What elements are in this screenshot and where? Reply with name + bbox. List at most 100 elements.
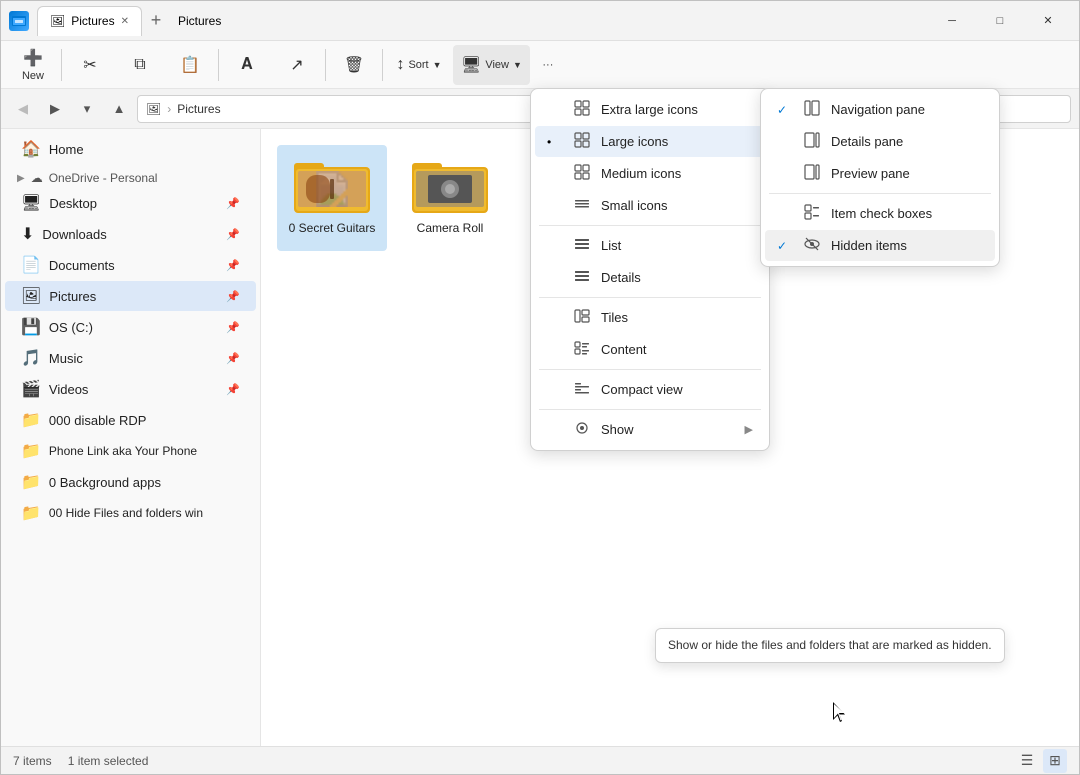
show-icon bbox=[573, 420, 591, 439]
new-button[interactable]: ➕ New bbox=[9, 45, 57, 85]
sidebar-item-rdp[interactable]: 📁 000 disable RDP bbox=[5, 405, 256, 435]
rename-icon: 𝐀 bbox=[241, 56, 252, 74]
osdrive-icon: 💾 bbox=[21, 317, 41, 337]
menu-compact-view[interactable]: Compact view bbox=[535, 374, 765, 405]
menu-label: Medium icons bbox=[601, 166, 681, 181]
rename-button[interactable]: 𝐀 bbox=[223, 45, 271, 85]
grid-view-toggle[interactable]: ⊞ bbox=[1043, 749, 1067, 773]
sidebar-item-downloads[interactable]: ⬇ Downloads 📌 bbox=[5, 219, 256, 249]
menu-tiles[interactable]: Tiles bbox=[535, 302, 765, 333]
home-icon: 🏠 bbox=[21, 139, 41, 159]
more-label: ··· bbox=[542, 59, 553, 71]
desktop-icon: 🖥 bbox=[21, 193, 41, 213]
breadcrumb-sep: › bbox=[167, 102, 171, 116]
menu-item-check-boxes[interactable]: Item check boxes bbox=[765, 198, 995, 229]
check-hidden-items: ✓ bbox=[777, 239, 793, 253]
toolbar-separator-3 bbox=[325, 49, 326, 81]
menu-label: Show bbox=[601, 422, 634, 437]
menu-list[interactable]: List bbox=[535, 230, 765, 261]
tab-pictures[interactable]: 🖼 Pictures ✕ bbox=[37, 6, 142, 36]
app-icon bbox=[9, 11, 29, 31]
folder-camera-roll[interactable]: Camera Roll bbox=[395, 145, 505, 251]
folder-secret-guitars[interactable]: 0 Secret Guitars bbox=[277, 145, 387, 251]
copy-icon: ⧉ bbox=[134, 56, 145, 74]
sidebar-item-pictures[interactable]: 🖼 Pictures 📌 bbox=[5, 281, 256, 311]
back-button[interactable]: ◀ bbox=[9, 95, 37, 123]
delete-button[interactable]: 🗑 bbox=[330, 45, 378, 85]
show-submenu: ✓ Navigation pane Details pane Preview p… bbox=[760, 88, 1000, 267]
menu-medium-icons[interactable]: Medium icons bbox=[535, 158, 765, 189]
tooltip-text: Show or hide the files and folders that … bbox=[668, 638, 992, 652]
menu-hidden-items[interactable]: ✓ Hidden items bbox=[765, 230, 995, 261]
view-toggle-group: ☰ ⊞ bbox=[1015, 749, 1067, 773]
sidebar-item-bgapps[interactable]: 📁 0 Background apps bbox=[5, 467, 256, 497]
sidebar-item-home[interactable]: 🏠 Home bbox=[5, 134, 256, 164]
sidebar-videos-label: Videos bbox=[49, 382, 89, 397]
menu-label: Details bbox=[601, 270, 641, 285]
menu-large-icons[interactable]: • Large icons bbox=[535, 126, 765, 157]
tab-label: Pictures bbox=[71, 14, 114, 28]
share-icon: ↗ bbox=[290, 55, 303, 75]
sort-button[interactable]: ↕ Sort ▼ bbox=[387, 45, 451, 85]
pin-icon-7: 📌 bbox=[226, 383, 240, 396]
pin-icon-6: 📌 bbox=[226, 352, 240, 365]
view-button[interactable]: 🖥 View ▼ bbox=[453, 45, 530, 85]
tooltip: Show or hide the files and folders that … bbox=[655, 628, 1005, 663]
paste-button[interactable]: 📋 bbox=[166, 45, 214, 85]
sidebar-item-videos[interactable]: 🎬 Videos 📌 bbox=[5, 374, 256, 404]
details-icon bbox=[573, 268, 591, 287]
minimize-button[interactable]: ─ bbox=[929, 6, 975, 36]
menu-details[interactable]: Details bbox=[535, 262, 765, 293]
menu-label: Details pane bbox=[831, 134, 903, 149]
sidebar-item-documents[interactable]: 📄 Documents 📌 bbox=[5, 250, 256, 280]
menu-small-icons[interactable]: Small icons bbox=[535, 190, 765, 221]
large-icon bbox=[573, 132, 591, 151]
recent-button[interactable]: ▾ bbox=[73, 95, 101, 123]
cut-icon: ✂ bbox=[83, 55, 96, 75]
menu-show[interactable]: Show ▶ bbox=[535, 414, 765, 445]
delete-icon: 🗑 bbox=[344, 55, 364, 75]
new-icon: ➕ bbox=[23, 48, 43, 68]
menu-content[interactable]: Content bbox=[535, 334, 765, 365]
check-nav-pane: ✓ bbox=[777, 103, 793, 117]
menu-navigation-pane[interactable]: ✓ Navigation pane bbox=[765, 94, 995, 125]
forward-button[interactable]: ▶ bbox=[41, 95, 69, 123]
pin-icon-4: 📌 bbox=[226, 290, 240, 303]
hidden-icon bbox=[803, 236, 821, 255]
sort-chevron-icon: ▼ bbox=[433, 60, 442, 70]
sidebar-onedrive-header[interactable]: ▶ ☁ OneDrive - Personal bbox=[1, 165, 260, 187]
more-button[interactable]: ··· bbox=[532, 45, 564, 85]
sidebar-osdrive-label: OS (C:) bbox=[49, 320, 93, 335]
window-title: Pictures bbox=[178, 14, 929, 28]
menu-label: List bbox=[601, 238, 621, 253]
maximize-button[interactable]: □ bbox=[977, 6, 1023, 36]
sidebar-item-music[interactable]: 🎵 Music 📌 bbox=[5, 343, 256, 373]
menu-details-pane[interactable]: Details pane bbox=[765, 126, 995, 157]
list-view-toggle[interactable]: ☰ bbox=[1015, 749, 1039, 773]
share-button[interactable]: ↗ bbox=[273, 45, 321, 85]
sidebar-bgapps-label: 0 Background apps bbox=[49, 475, 161, 490]
bgapps-icon: 📁 bbox=[21, 472, 41, 492]
sidebar-item-osdrive[interactable]: 💾 OS (C:) 📌 bbox=[5, 312, 256, 342]
sidebar-item-desktop[interactable]: 🖥 Desktop 📌 bbox=[5, 188, 256, 218]
tab-close-button[interactable]: ✕ bbox=[121, 16, 129, 27]
sidebar-phonelink-label: Phone Link aka Your Phone bbox=[49, 444, 197, 458]
medium-icon bbox=[573, 164, 591, 183]
menu-label: Item check boxes bbox=[831, 206, 932, 221]
cut-button[interactable]: ✂ bbox=[66, 45, 114, 85]
sidebar-item-phonelink[interactable]: 📁 Phone Link aka Your Phone bbox=[5, 436, 256, 466]
sidebar-rdp-label: 000 disable RDP bbox=[49, 413, 147, 428]
extra-large-icon bbox=[573, 100, 591, 119]
menu-preview-pane[interactable]: Preview pane bbox=[765, 158, 995, 189]
menu-extra-large-icons[interactable]: Extra large icons bbox=[535, 94, 765, 125]
up-button[interactable]: ▲ bbox=[105, 95, 133, 123]
tab-add-button[interactable]: + bbox=[142, 7, 170, 35]
sidebar-downloads-label: Downloads bbox=[42, 227, 106, 242]
downloads-icon: ⬇ bbox=[21, 224, 34, 244]
close-button[interactable]: ✕ bbox=[1025, 6, 1071, 36]
copy-button[interactable]: ⧉ bbox=[116, 45, 164, 85]
preview-pane-icon bbox=[803, 164, 821, 183]
view-label: View bbox=[485, 59, 509, 71]
pin-icon-3: 📌 bbox=[226, 259, 240, 272]
sidebar-item-hidefiles[interactable]: 📁 00 Hide Files and folders win bbox=[5, 498, 256, 528]
